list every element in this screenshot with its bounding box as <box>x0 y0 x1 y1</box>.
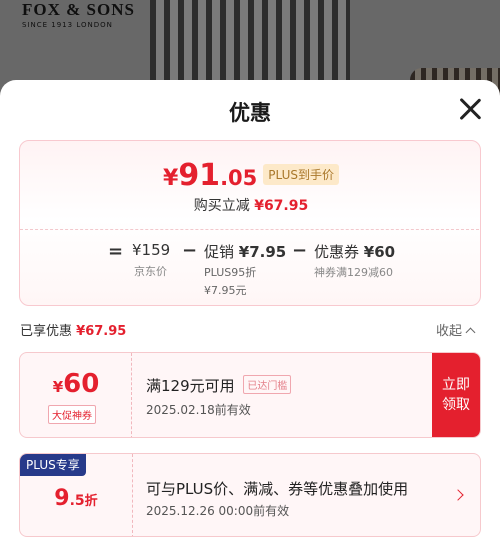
threshold-badge: 已达门槛 <box>243 375 292 394</box>
claim-line-2: 领取 <box>442 397 470 413</box>
coupon-condition-text: 满129元可用 <box>146 377 235 395</box>
coupon-card[interactable]: ¥60 大促神券 满129元可用 已达门槛 2025.02.18前有效 立即 领… <box>19 352 481 438</box>
discount-sheet: 优惠 ¥91.05 PLUS到手价 购买立减 ¥67.95 = ¥159 京东价… <box>0 80 500 558</box>
coupon-value-panel: ¥60 大促神券 <box>20 353 132 437</box>
summary-divider <box>20 229 479 230</box>
enjoyed-label: 已享优惠 <box>20 324 73 339</box>
price-decimal: .05 <box>220 166 258 190</box>
coupon-separator <box>132 454 133 536</box>
coupon-type-tag: 大促神券 <box>48 405 96 424</box>
minus-sign-1: − <box>182 240 198 261</box>
close-icon[interactable] <box>458 97 482 121</box>
final-price: ¥91.05 <box>163 158 257 193</box>
coupon-main: 优惠券 ¥60 <box>314 241 395 262</box>
promo-sub-2: ¥7.95元 <box>204 284 247 297</box>
plus-description: 可与PLUS价、满减、券等优惠叠加使用 <box>146 480 409 498</box>
promo-main: 促销 ¥7.95 <box>204 241 286 262</box>
coupon-sub: 神券满129减60 <box>314 266 393 279</box>
price-summary-card: ¥91.05 PLUS到手价 购买立减 ¥67.95 = ¥159 京东价 − … <box>19 140 481 306</box>
coupon-validity: 2025.02.18前有效 <box>146 403 251 417</box>
discount-decimal: .5 <box>69 493 85 509</box>
price-currency: ¥ <box>163 166 179 191</box>
coupon-item: 优惠券 ¥60 神券满129减60 <box>314 241 395 280</box>
plus-discount-value: 9.5折 <box>20 486 132 511</box>
claim-button[interactable]: 立即 领取 <box>432 353 480 437</box>
discount-main: 9 <box>54 486 70 511</box>
claim-line-1: 立即 <box>442 377 470 393</box>
promo-sub-1: PLUS95折 <box>204 266 257 279</box>
equals-sign: = <box>108 241 124 262</box>
chevron-right-icon[interactable] <box>452 489 464 501</box>
enjoyed-discount: 已享优惠 ¥67.95 <box>20 320 126 339</box>
coupon-currency: ¥ <box>52 378 64 396</box>
coupon-condition: 满129元可用 已达门槛 <box>146 375 292 396</box>
jd-price-item: ¥159 京东价 <box>132 241 170 279</box>
enjoyed-amount: ¥67.95 <box>76 324 127 339</box>
minus-sign-2: − <box>292 240 308 261</box>
collapse-label: 收起 <box>436 324 463 339</box>
plus-validity: 2025.12.26 00:00前有效 <box>146 504 290 518</box>
plus-exclusive-badge: PLUS专享 <box>20 454 86 476</box>
sheet-title: 优惠 <box>229 101 271 125</box>
reduce-label: 购买立减 <box>193 198 250 214</box>
coupon-value: ¥60 <box>363 243 396 261</box>
promo-value: ¥7.95 <box>238 243 287 261</box>
reduce-row: 购买立减 ¥67.95 <box>20 195 482 215</box>
coupon-amount: ¥60 <box>20 369 132 399</box>
promo-item: 促销 ¥7.95 PLUS95折 ¥7.95元 <box>204 241 286 298</box>
discount-unit: 折 <box>84 494 98 509</box>
plus-discount-card[interactable]: PLUS专享 9.5折 可与PLUS价、满减、券等优惠叠加使用 2025.12.… <box>19 453 481 537</box>
jd-price-value: ¥159 <box>132 241 171 259</box>
final-price-row: ¥91.05 PLUS到手价 <box>20 158 482 193</box>
chevron-up-icon <box>465 327 476 338</box>
promo-label: 促销 <box>204 243 235 261</box>
collapse-button[interactable]: 收起 <box>436 320 476 339</box>
reduce-amount: ¥67.95 <box>254 198 309 214</box>
coupon-label: 优惠券 <box>314 243 360 261</box>
jd-price-label: 京东价 <box>134 265 167 278</box>
coupon-value-number: 60 <box>63 369 100 399</box>
plus-price-badge: PLUS到手价 <box>263 164 339 185</box>
price-integer: 91 <box>178 158 221 193</box>
